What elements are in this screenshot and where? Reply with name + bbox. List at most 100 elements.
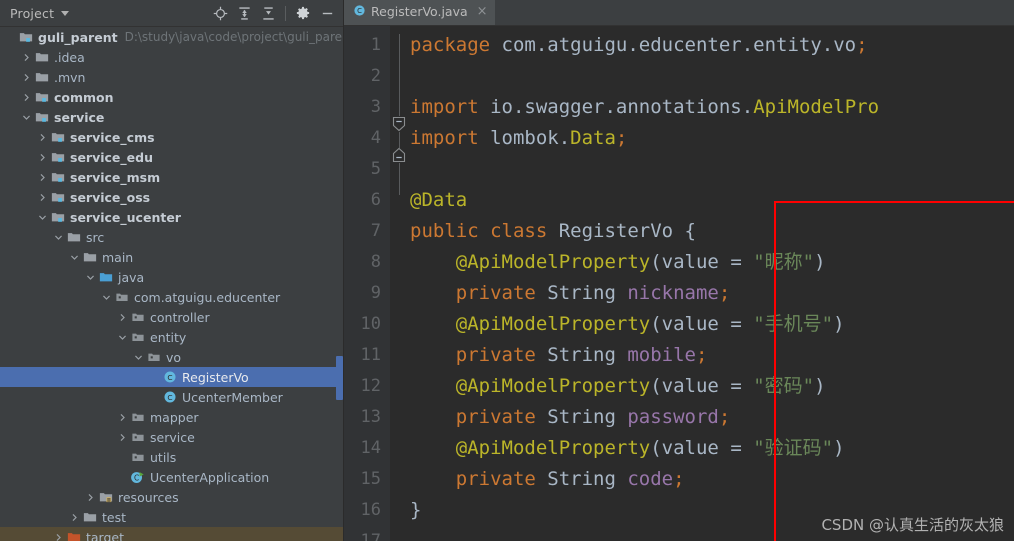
tree-node-mapper[interactable]: mapper bbox=[0, 407, 344, 427]
tree-node-service[interactable]: service bbox=[0, 427, 344, 447]
code-token: String bbox=[547, 282, 628, 304]
chevron-down-icon[interactable] bbox=[36, 213, 49, 222]
project-panel-title[interactable]: Project bbox=[10, 6, 54, 21]
chevron-right-icon[interactable] bbox=[20, 73, 33, 82]
chevron-down-icon[interactable] bbox=[132, 353, 145, 362]
close-icon[interactable]: × bbox=[477, 5, 488, 18]
line-number: 10 bbox=[360, 314, 381, 334]
code-token: = bbox=[718, 251, 754, 273]
project-tree[interactable]: guli_parent D:\study\java\code\project\gu… bbox=[0, 27, 344, 541]
spring-boot-class-icon: C bbox=[129, 470, 146, 485]
tree-node-src[interactable]: src bbox=[0, 227, 344, 247]
java-class-icon: C bbox=[161, 370, 178, 384]
tree-node-service-ucenter[interactable]: service_ucenter bbox=[0, 207, 344, 227]
collapse-all-icon[interactable] bbox=[257, 2, 279, 24]
chevron-right-icon[interactable] bbox=[36, 193, 49, 202]
code-token: private bbox=[410, 406, 548, 428]
tree-node--idea[interactable]: .idea bbox=[0, 47, 344, 67]
tree-scrollbar-thumb[interactable] bbox=[336, 355, 343, 400]
package-icon bbox=[129, 330, 146, 344]
tree-node-com-atguigu-educenter[interactable]: com.atguigu.educenter bbox=[0, 287, 344, 307]
tree-node-service-edu[interactable]: service_edu bbox=[0, 147, 344, 167]
tree-node-label: main bbox=[102, 249, 134, 265]
chevron-down-icon[interactable] bbox=[20, 113, 33, 122]
tree-node-ucenterapplication[interactable]: C UcenterApplication bbox=[0, 467, 344, 487]
fold-marker-collapse-import-data[interactable] bbox=[392, 147, 406, 163]
code-token: ) bbox=[833, 313, 845, 335]
line-number: 13 bbox=[360, 407, 381, 427]
package-icon bbox=[129, 430, 146, 444]
chevron-right-icon[interactable] bbox=[84, 493, 97, 502]
code-fold-strip[interactable] bbox=[390, 26, 410, 541]
gear-icon[interactable] bbox=[292, 2, 314, 24]
tree-node-resources[interactable]: resources bbox=[0, 487, 344, 507]
code-token: @ApiModelProperty bbox=[410, 437, 651, 459]
tree-node-service[interactable]: service bbox=[0, 107, 344, 127]
fold-marker-collapse-imports[interactable] bbox=[392, 116, 406, 132]
tree-node-main[interactable]: main bbox=[0, 247, 344, 267]
tree-node-registervo[interactable]: C RegisterVo bbox=[0, 367, 344, 387]
chevron-down-icon[interactable] bbox=[84, 273, 97, 282]
code-token: @ApiModelProperty bbox=[410, 375, 651, 397]
chevron-down-icon[interactable] bbox=[61, 10, 70, 16]
code-token: password bbox=[627, 406, 719, 428]
code-token: value bbox=[661, 437, 719, 459]
chevron-down-icon[interactable] bbox=[100, 293, 113, 302]
chevron-right-icon[interactable] bbox=[36, 153, 49, 162]
tree-node-target[interactable]: target bbox=[0, 527, 344, 541]
java-class-icon: C bbox=[353, 4, 366, 20]
chevron-right-icon[interactable] bbox=[52, 533, 65, 541]
code-line: import lombok.Data; bbox=[410, 123, 1014, 154]
tree-node-label: test bbox=[102, 509, 127, 525]
tree-node-service-msm[interactable]: service_msm bbox=[0, 167, 344, 187]
tree-node-java[interactable]: java bbox=[0, 267, 344, 287]
tree-node-controller[interactable]: controller bbox=[0, 307, 344, 327]
tab-registervo-java[interactable]: C RegisterVo.java × bbox=[344, 0, 495, 25]
code-token: ; bbox=[696, 344, 708, 366]
tree-node-service-cms[interactable]: service_cms bbox=[0, 127, 344, 147]
chevron-down-icon[interactable] bbox=[116, 333, 129, 342]
module-icon bbox=[49, 130, 66, 144]
tree-node-entity[interactable]: entity bbox=[0, 327, 344, 347]
module-icon bbox=[33, 110, 50, 124]
watermark-text: CSDN @认真生活的灰太狼 bbox=[821, 516, 1004, 534]
package-icon bbox=[129, 410, 146, 424]
tree-node-label: UcenterMember bbox=[182, 389, 283, 405]
source-folder-icon bbox=[97, 270, 114, 284]
chevron-right-icon[interactable] bbox=[116, 313, 129, 322]
code-token: ; bbox=[615, 127, 628, 149]
code-token: import bbox=[410, 96, 491, 118]
tree-node-utils[interactable]: utils bbox=[0, 447, 344, 467]
package-icon bbox=[129, 310, 146, 324]
tree-node--mvn[interactable]: .mvn bbox=[0, 67, 344, 87]
code-token: } bbox=[410, 499, 422, 521]
code-token: = bbox=[718, 437, 754, 459]
chevron-right-icon[interactable] bbox=[20, 93, 33, 102]
code-editor[interactable]: 1 2 3 4 5 6 7 8 9 10 11 12 13 14 15 16 17 bbox=[344, 26, 1014, 541]
package-icon bbox=[145, 350, 162, 364]
locate-target-icon[interactable] bbox=[209, 2, 231, 24]
tree-node-common[interactable]: common bbox=[0, 87, 344, 107]
chevron-right-icon[interactable] bbox=[20, 53, 33, 62]
tree-node-service-oss[interactable]: service_oss bbox=[0, 187, 344, 207]
code-token: { bbox=[673, 220, 696, 242]
code-text-area[interactable]: package com.atguigu.educenter.entity.vo;… bbox=[410, 26, 1014, 541]
chevron-right-icon[interactable] bbox=[116, 433, 129, 442]
expand-all-icon[interactable] bbox=[233, 2, 255, 24]
chevron-right-icon[interactable] bbox=[36, 173, 49, 182]
chevron-down-icon[interactable] bbox=[68, 253, 81, 262]
chevron-right-icon[interactable] bbox=[36, 133, 49, 142]
code-token: ; bbox=[718, 282, 731, 304]
tree-node-guli-parent[interactable]: guli_parent D:\study\java\code\project\gu… bbox=[0, 27, 344, 47]
chevron-down-icon[interactable] bbox=[52, 233, 65, 242]
chevron-right-icon[interactable] bbox=[116, 413, 129, 422]
module-icon bbox=[17, 30, 34, 44]
line-number: 12 bbox=[360, 376, 381, 396]
tree-node-test[interactable]: test bbox=[0, 507, 344, 527]
tree-node-ucentermember[interactable]: C UcenterMember bbox=[0, 387, 344, 407]
tree-node-label: RegisterVo bbox=[182, 369, 249, 385]
tree-node-vo[interactable]: vo bbox=[0, 347, 344, 367]
chevron-right-icon[interactable] bbox=[68, 513, 81, 522]
minimize-icon[interactable] bbox=[316, 2, 338, 24]
